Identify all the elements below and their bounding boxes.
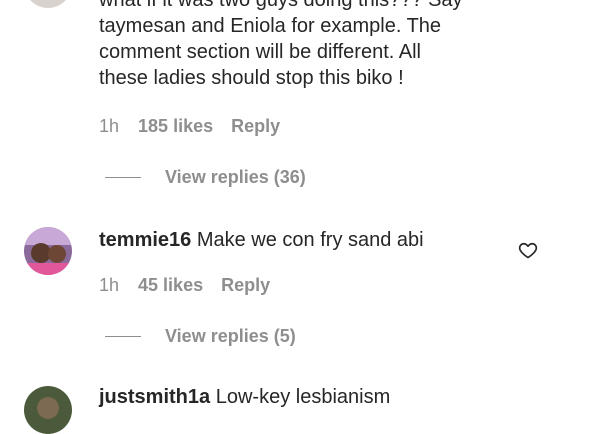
comment-body: temmie16 Make we con fry sand abi xyxy=(99,227,499,253)
comment-line: what if it was two guys doing this??? Sa… xyxy=(99,0,463,11)
avatar[interactable] xyxy=(24,227,72,275)
comment-meta: 1h 185 likes Reply xyxy=(99,116,280,137)
view-replies-label: View replies (5) xyxy=(165,326,296,346)
comment-text: Make we con fry sand abi xyxy=(196,229,424,251)
comment-username[interactable]: temmie16 xyxy=(99,229,191,251)
comment-time: 1h xyxy=(99,116,120,136)
replies-divider xyxy=(105,177,141,178)
comment-line: these ladies should stop this biko ! xyxy=(99,67,404,89)
view-replies-button[interactable]: View replies (36) xyxy=(105,167,306,188)
likes-count[interactable]: 185 likes xyxy=(138,116,213,137)
comment-username[interactable]: justsmith1a xyxy=(99,386,210,408)
comment-line: taymesan and Eniola for example. The xyxy=(99,15,442,37)
avatar[interactable] xyxy=(24,0,72,8)
replies-divider xyxy=(105,336,141,337)
comment-line: comment section will be different. All xyxy=(99,41,422,63)
comment-body: what if it was two guys doing this??? Sa… xyxy=(99,0,499,91)
reply-button[interactable]: Reply xyxy=(221,275,270,296)
comment-text: Low-key lesbianism xyxy=(215,386,391,408)
reply-button[interactable]: Reply xyxy=(231,116,280,137)
likes-count[interactable]: 45 likes xyxy=(138,275,203,296)
heart-outline-icon[interactable] xyxy=(518,240,538,260)
avatar[interactable] xyxy=(24,386,72,434)
comment-body: justsmith1a Low-key lesbianism xyxy=(99,384,499,410)
comment-meta: 1h 45 likes Reply xyxy=(99,275,270,296)
view-replies-label: View replies (36) xyxy=(165,167,306,187)
comment-time: 1h xyxy=(99,275,120,295)
view-replies-button[interactable]: View replies (5) xyxy=(105,326,296,347)
